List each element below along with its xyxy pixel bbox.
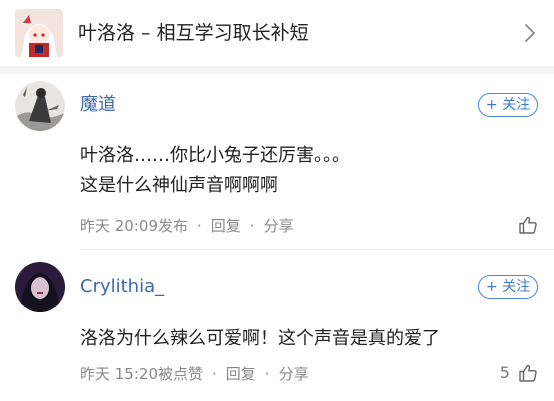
article-header[interactable]: 叶洛洛 – 相互学习取长补短 bbox=[0, 0, 554, 66]
section-separator bbox=[0, 66, 554, 74]
comment-meta: 昨天 20:09发布 · 回复 · 分享 bbox=[80, 216, 294, 236]
follow-button[interactable]: + 关注 bbox=[478, 275, 538, 299]
comment-time: 昨天 20:09发布 bbox=[80, 217, 188, 235]
like-button[interactable]: 5 bbox=[500, 362, 538, 384]
meta-dot: · bbox=[197, 217, 202, 235]
comment-item: Crylithia_ + 关注 洛洛为什么辣么可爱啊！这个声音是真的爱了 昨天 … bbox=[0, 250, 554, 401]
like-count: 5 bbox=[499, 363, 510, 382]
meta-dot: · bbox=[264, 365, 270, 383]
chevron-right-icon[interactable] bbox=[523, 22, 537, 44]
comment-meta: 昨天 15:20被点赞 · 回复 · 分享 bbox=[80, 364, 309, 384]
comment-username[interactable]: 魔道 bbox=[80, 93, 116, 117]
share-button[interactable]: 分享 bbox=[279, 364, 309, 384]
ink-painting-avatar[interactable] bbox=[15, 81, 65, 131]
meta-dot: · bbox=[212, 365, 217, 383]
follow-button[interactable]: + 关注 bbox=[478, 93, 538, 117]
comment-text-line: 洛洛为什么辣么可爱啊！这个声音是真的爱了 bbox=[80, 328, 440, 349]
thumb-up-icon[interactable] bbox=[518, 363, 538, 383]
reply-button[interactable]: 回复 bbox=[211, 216, 241, 236]
dark-portrait-avatar[interactable] bbox=[15, 262, 65, 312]
comment-username[interactable]: Crylithia_ bbox=[80, 275, 164, 299]
comment-text-line: 叶洛洛……你比小兔子还厉害。。。 bbox=[80, 145, 350, 166]
meta-dot: · bbox=[249, 217, 255, 235]
reply-button[interactable]: 回复 bbox=[226, 364, 256, 384]
comment-item: 魔道 + 关注 叶洛洛……你比小兔子还厉害。。。 这是什么神仙声音啊啊啊 昨天 … bbox=[0, 74, 554, 249]
comment-text-line: 这是什么神仙声音啊啊啊 bbox=[80, 175, 278, 196]
comment-time: 昨天 15:20被点赞 bbox=[80, 365, 203, 383]
thumb-up-icon[interactable] bbox=[518, 215, 538, 235]
anime-girl-thumbnail bbox=[15, 9, 63, 57]
like-button[interactable] bbox=[515, 214, 538, 236]
article-title[interactable]: 叶洛洛 – 相互学习取长补短 bbox=[78, 20, 309, 46]
share-button[interactable]: 分享 bbox=[264, 216, 294, 236]
